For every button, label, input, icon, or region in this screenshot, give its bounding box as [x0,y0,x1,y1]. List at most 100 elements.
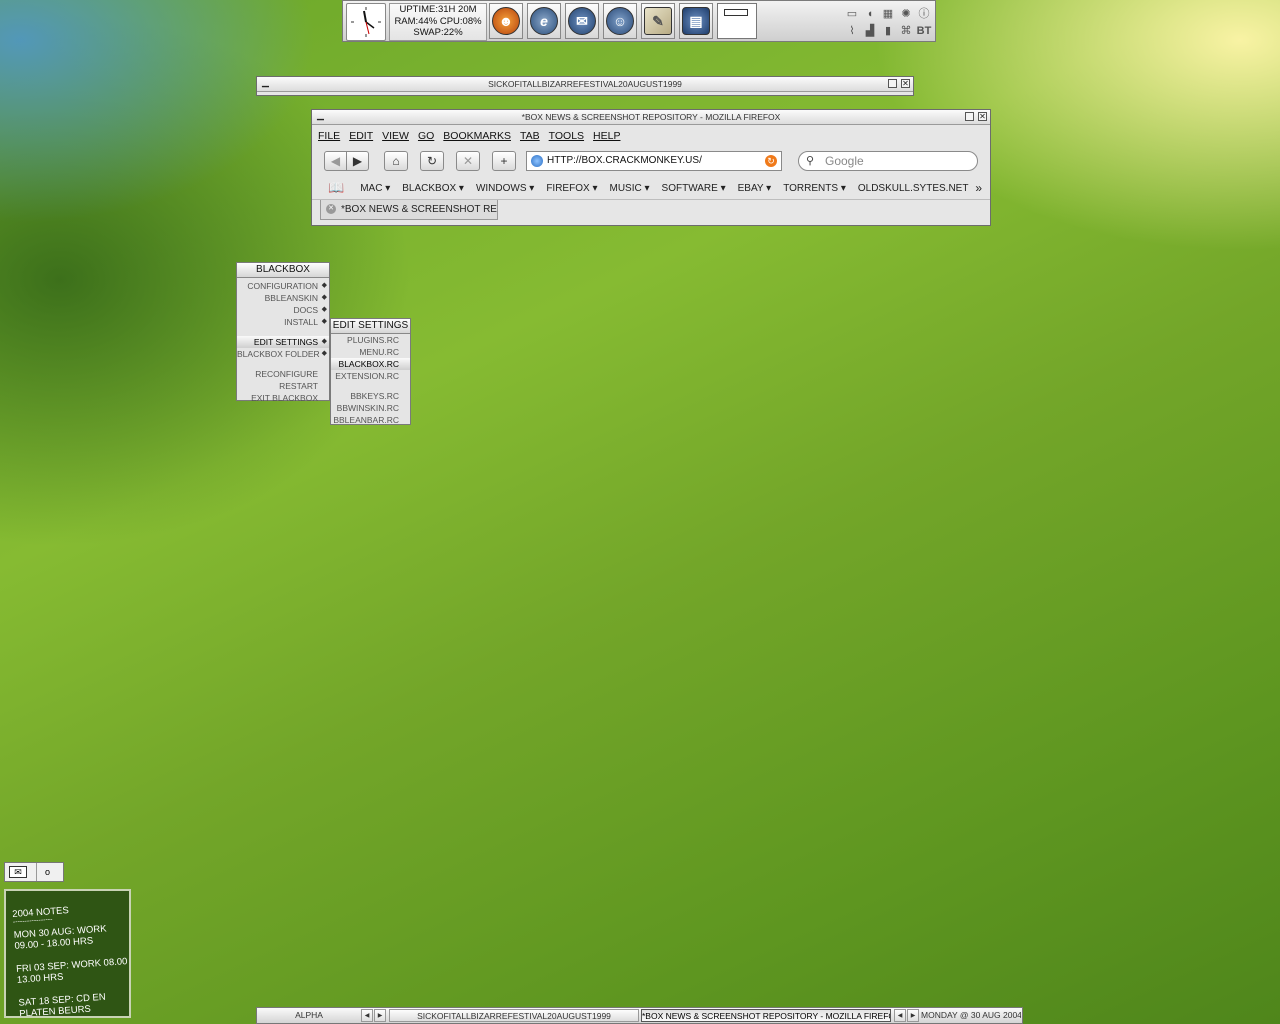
launcher-ie[interactable]: e [527,3,561,39]
maximize-button[interactable] [965,112,974,121]
menu-item-bbleanbar-rc[interactable]: BBLEANBAR.RC [331,414,410,426]
book-icon[interactable]: 📖 [328,180,344,196]
tab-box-news[interactable]: ✕ *BOX NEWS & SCREENSHOT RE... [320,200,498,220]
menu-item-docs[interactable]: DOCS ◆ [237,304,329,316]
edit-settings-submenu: EDIT SETTINGS PLUGINS.RC MENU.RC BLACKBO… [330,318,411,425]
usb-icon[interactable]: ▮ [881,24,895,38]
bookmark-folder-software[interactable]: SOFTWARE ▾ [662,183,726,194]
menu-item-install[interactable]: INSTALL ◆ [237,316,329,328]
bookmark-folder-mac[interactable]: MAC ▾ [360,183,390,194]
menu-item-plugins-rc[interactable]: PLUGINS.RC [331,334,410,346]
workspace-label[interactable]: ALPHA [259,1009,359,1022]
bars-icon[interactable]: ▟ [863,24,877,38]
menu-item-extension-rc[interactable]: EXTENSION.RC [331,370,410,382]
menu-item-exit[interactable]: EXIT BLACKBOX [237,392,329,404]
menu-help[interactable]: HELP [593,130,620,142]
volume-icon[interactable]: ◖ [863,7,877,21]
chevron-more-icon[interactable]: » [975,181,982,195]
mail-checker[interactable]: ✉ o [4,862,64,882]
submenu-title: EDIT SETTINGS [331,319,410,334]
menu-item-restart[interactable]: RESTART [237,380,329,392]
monitor-icon[interactable]: ▭ [845,7,859,21]
notes-entry: FRI 03 SEP: WORK 08.00 - 13.00 HRS [15,955,131,986]
menu-item-configuration[interactable]: CONFIGURATION ◆ [237,280,329,292]
tab-strip: ✕ *BOX NEWS & SCREENSHOT RE... [312,199,990,220]
menu-item-edit-settings[interactable]: EDIT SETTINGS ◆ [237,336,329,348]
submenu-arrow-icon: ◆ [321,350,327,357]
bookmark-folder-windows[interactable]: WINDOWS ▾ [476,183,534,194]
antivirus-icon[interactable]: ✺ [899,7,913,21]
bookmark-oldskull[interactable]: OLDSKULL.SYTES.NET [858,183,969,194]
shaded-window: ▁ SICKOFITALLBIZARREFESTIVAL20AUGUST1999… [256,76,914,96]
tab-label: *BOX NEWS & SCREENSHOT RE... [341,204,498,215]
menu-item-bbleanskin[interactable]: BBLEANSKIN ◆ [237,292,329,304]
firefox-titlebar[interactable]: ▁ *BOX NEWS & SCREENSHOT REPOSITORY - MO… [312,110,990,125]
workspace-pager[interactable] [717,3,757,39]
go-icon[interactable]: ↻ [765,155,777,167]
task-button-shaded[interactable]: SICKOFITALLBIZARREFESTIVAL20AUGUST1999 [389,1009,639,1022]
minimize-button[interactable]: ▁ [261,78,270,88]
menu-tools[interactable]: TOOLS [549,130,584,142]
maximize-button[interactable] [888,79,897,88]
menu-item-reconfigure[interactable]: RECONFIGURE [237,368,329,380]
bookmark-folder-firefox[interactable]: FIREFOX ▾ [546,183,597,194]
menu-item-blackbox-folder[interactable]: BLACKBOX FOLDER ◆ [237,348,329,360]
globe-icon [531,155,543,167]
task-next-icon[interactable]: ▶ [907,1009,919,1022]
home-button[interactable]: ⌂ [384,151,408,171]
reload-button[interactable]: ↻ [420,151,444,171]
launcher-notepad[interactable]: ✎ [641,3,675,39]
share-icon[interactable]: ⌘ [899,24,913,38]
ram-cpu-text: RAM:44% CPU:08% [394,15,482,27]
new-tab-button[interactable]: + [492,151,516,171]
navigation-toolbar: ◀ ▶ ⌂ ↻ ✕ + HTTP://BOX.CRACKMONKEY.US/ ↻… [312,147,990,177]
shaded-window-titlebar[interactable]: ▁ SICKOFITALLBIZARREFESTIVAL20AUGUST1999… [257,77,913,92]
task-prev-icon[interactable]: ◀ [894,1009,906,1022]
notes-entry: MON 30 AUG: WORK 09.00 - 18.00 HRS [13,923,107,952]
back-button[interactable]: ◀ [324,151,347,171]
launcher-mail[interactable]: ✉ [565,3,599,39]
launcher-trash[interactable]: ▤ [679,3,713,39]
ie-icon: e [530,7,558,35]
submenu-arrow-icon: ◆ [321,306,327,313]
uptime-text: UPTIME:31H 20M [399,4,477,15]
close-button[interactable]: ✕ [901,79,910,88]
menu-item-blackbox-rc[interactable]: BLACKBOX.RC [331,358,410,370]
submenu-arrow-icon: ◆ [321,338,327,345]
firefox-window-title: *BOX NEWS & SCREENSHOT REPOSITORY - MOZI… [521,112,781,122]
forward-button[interactable]: ▶ [346,151,369,171]
close-button[interactable]: ✕ [978,112,987,121]
alert-icon[interactable]: ⓘ [917,7,931,21]
workspace-next-icon[interactable]: ▶ [374,1009,386,1022]
close-tab-icon[interactable]: ✕ [326,204,336,214]
menu-view[interactable]: VIEW [382,130,409,142]
analog-clock [346,3,386,41]
gaim-icon: ☺ [606,7,634,35]
chart-icon[interactable]: ⌇ [845,24,859,38]
task-button-firefox[interactable]: *BOX NEWS & SCREENSHOT REPOSITORY - MOZI… [641,1009,891,1022]
url-text: HTTP://BOX.CRACKMONKEY.US/ [547,155,702,166]
menu-item-bbwinskin-rc[interactable]: BBWINSKIN.RC [331,402,410,414]
menu-item-menu-rc[interactable]: MENU.RC [331,346,410,358]
workspace-prev-icon[interactable]: ◀ [361,1009,373,1022]
bookmark-folder-blackbox[interactable]: BLACKBOX ▾ [402,183,464,194]
menu-tab[interactable]: TAB [520,130,540,142]
menu-item-bbkeys-rc[interactable]: BBKEYS.RC [331,390,410,402]
launcher-gaim[interactable]: ☺ [603,3,637,39]
bookmark-folder-torrents[interactable]: TORRENTS ▾ [783,183,846,194]
menu-go[interactable]: GO [418,130,434,142]
minimize-button[interactable]: ▁ [316,111,325,121]
launcher-firefox[interactable]: ☻ [489,3,523,39]
url-bar[interactable]: HTTP://BOX.CRACKMONKEY.US/ ↻ [526,151,782,171]
search-input[interactable]: ⚲ Google [798,151,978,171]
bookmark-folder-ebay[interactable]: EBAY ▾ [738,183,772,194]
bluetooth-label[interactable]: BT [915,24,933,38]
menu-bookmarks[interactable]: BOOKMARKS [443,130,511,142]
stop-button[interactable]: ✕ [456,151,480,171]
bookmark-folder-music[interactable]: MUSIC ▾ [609,183,649,194]
blackbox-root-menu: BLACKBOX CONFIGURATION ◆ BBLEANSKIN ◆ DOCS… [236,262,330,404]
network-icon[interactable]: ▦ [881,7,895,21]
menu-edit[interactable]: EDIT [349,130,373,142]
menu-file[interactable]: FILE [318,130,340,142]
top-toolbar: UPTIME:31H 20M RAM:44% CPU:08% SWAP:22% … [342,0,936,42]
